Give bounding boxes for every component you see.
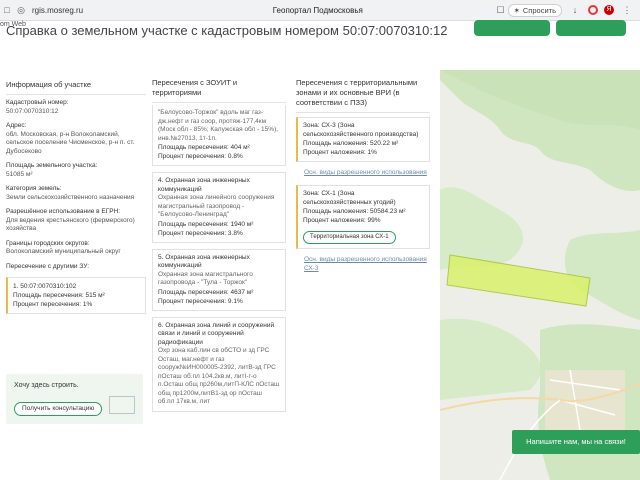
zone-card-sx1[interactable]: Зона: СХ-1 (Зона сельскохозяйственных уг… <box>296 185 430 249</box>
zones-heading: Пересечения с территориальными зонами и … <box>296 78 418 107</box>
area-field: Площадь земельного участка: 51085 м² <box>6 162 98 178</box>
district-field: Границы городских округов: Волоколамский… <box>6 239 121 256</box>
zouit-desc: Охранная зона магистрального газопровода… <box>158 270 253 287</box>
zouit-desc: Охранная зона линейного сооружения магис… <box>158 194 275 218</box>
zone-title: Зона: СХ-1 (Зона сельскохозяйственных уг… <box>303 190 396 206</box>
permitted-uses-link[interactable]: Осн. виды разрешенного использования <box>304 168 430 177</box>
zone-area: Площадь наложения: 50584.23 м² <box>303 208 406 215</box>
zouit-percent: Процент пересечения: 3.8% <box>158 229 243 237</box>
zouit-title: 6. Охранная зона линий и сооружений связ… <box>158 321 275 346</box>
browser-logo-icon[interactable] <box>588 5 598 15</box>
zouit-percent: Процент пересечения: 9.1% <box>158 297 243 305</box>
zone-area: Площадь наложения: 520.22 м² <box>303 140 399 147</box>
page-tab-title: Геопортал Подмосковья <box>272 5 363 15</box>
zouit-column: Пересечения с ЗОУИТ и территориями "Бело… <box>152 70 286 480</box>
zouit-percent: Процент пересечения: 0.8% <box>158 153 243 160</box>
zouit-card-6[interactable]: 6. Охранная зона линий и сооружений связ… <box>152 316 286 412</box>
zouit-card-3[interactable]: "Белоусово-Торжок" вдоль маг газ-дж.нефт… <box>152 105 286 166</box>
parcel-info-column: Информация об участке Кадастровый номер:… <box>6 70 146 320</box>
menu-icon[interactable]: ⋮ <box>620 3 634 17</box>
zone-percent: Процент наложения: 99% <box>303 217 381 224</box>
bookmark-icon[interactable]: ☐ <box>494 3 508 17</box>
zouit-card-5[interactable]: 5. Охранная зона инженерных коммуникаций… <box>152 248 286 311</box>
zouit-desc: Охр зона каб.лин св обСТО и зд ГРС Осташ… <box>158 347 280 405</box>
parcel-info-heading: Информация об участке <box>6 80 92 89</box>
zone-card-sx3[interactable]: Зона: СХ-3 (Зона сельскохозяйственного п… <box>296 117 430 162</box>
zouit-card-4[interactable]: 4. Охранная зона инженерных коммуникаций… <box>152 172 286 243</box>
overlap-id: 1. 50:07:0070310:102 <box>13 283 77 290</box>
permitted-uses-link-sx3[interactable]: Осн. виды разрешенного использования СХ-… <box>304 255 430 273</box>
zones-column: Пересечения с территориальными зонами и … <box>296 70 430 273</box>
download-icon[interactable]: ↓ <box>568 3 582 17</box>
browser-toolbar: □ ◎ rgis.mosreg.ru Геопортал Подмосковья… <box>0 0 640 21</box>
permitted-use-field: Разрешённое использование в ЕГРН: Для ве… <box>6 208 135 232</box>
sparkle-icon: ✶ <box>513 5 520 15</box>
zouit-area: Площадь пересечения: 4637 м² <box>158 288 254 296</box>
envelope-icon <box>109 396 135 414</box>
zouit-desc: "Белоусово-Торжок" вдоль маг газ-дж.нефт… <box>158 109 279 142</box>
ask-button[interactable]: ✶ Спросить <box>507 3 562 17</box>
zouit-area: Площадь пересечения: 404 м² <box>158 144 250 151</box>
get-consultation-button[interactable]: Получить консультацию <box>14 402 103 416</box>
address-field: Адрес: обл. Московская, р-н Волоколамски… <box>6 122 135 155</box>
land-category-field: Категория земель: Земли сельскохозяйстве… <box>6 185 135 201</box>
chat-button[interactable]: Напишите нам, мы на связи! <box>512 430 640 454</box>
zouit-area: Площадь пересечения: 1940 м² <box>158 220 254 228</box>
consultation-block: Хочу здесь строить. Получить консультаци… <box>6 374 143 424</box>
site-info-icon[interactable]: ◎ <box>14 3 28 17</box>
print-button[interactable] <box>556 20 626 36</box>
overlap-card[interactable]: 1. 50:07:0070310:102 Площадь пересечения… <box>6 277 146 314</box>
zone-pill[interactable]: Территориальная зона СХ-1 <box>303 231 396 244</box>
zone-title: Зона: СХ-3 (Зона сельскохозяйственного п… <box>303 122 419 138</box>
consult-text: Хочу здесь строить. <box>14 382 79 389</box>
page-title: Справка о земельном участке с кадастровы… <box>6 23 448 38</box>
overlap-title: Пересечение с другими ЗУ: <box>6 262 90 270</box>
zone-percent: Процент наложения: 1% <box>303 149 377 156</box>
zouit-title: 5. Охранная зона инженерных коммуникаций <box>158 253 250 270</box>
zouit-title: 4. Охранная зона инженерных коммуникаций <box>158 177 250 193</box>
yandex-icon[interactable]: Я <box>604 5 614 15</box>
ask-label: Спросить <box>522 5 556 15</box>
address-bar[interactable]: rgis.mosreg.ru <box>32 6 142 15</box>
zouit-heading: Пересечения с ЗОУИТ и территориями <box>152 78 238 97</box>
overlap-area: Площадь пересечения: 515 м² <box>13 292 105 299</box>
download-report-button[interactable] <box>474 20 550 36</box>
map-canvas <box>440 70 640 480</box>
nav-back-icon[interactable]: □ <box>0 3 14 17</box>
overlap-percent: Процент пересечения: 1% <box>13 301 93 308</box>
cadastral-number-field: Кадастровый номер: 50:07:0070310:12 <box>6 99 69 115</box>
map-view[interactable] <box>440 70 640 480</box>
